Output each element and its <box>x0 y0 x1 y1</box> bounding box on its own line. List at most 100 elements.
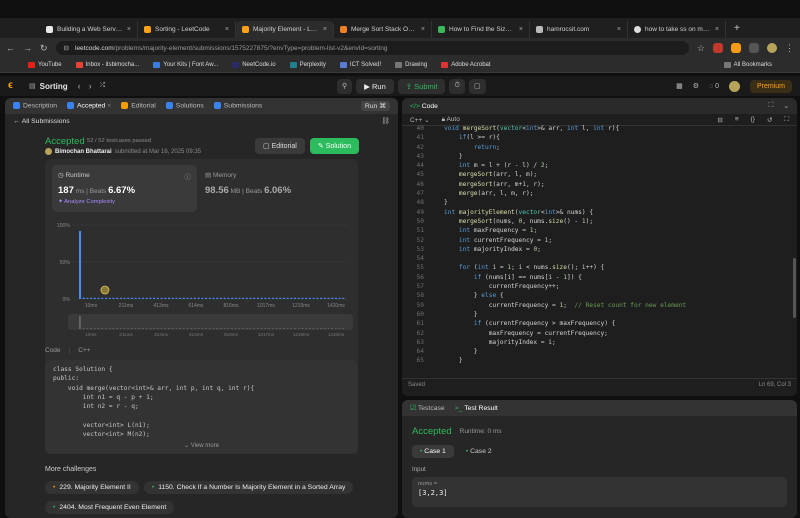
bookmark-ict[interactable]: ICT Solved! <box>339 62 381 68</box>
layout-icon[interactable]: ▦ <box>676 82 683 90</box>
maximize-icon[interactable]: ⛶ <box>769 102 774 110</box>
view-more-button[interactable]: ⌄ View more <box>45 442 358 449</box>
browser-tab[interactable]: Building a Web Server wi × <box>40 21 138 38</box>
close-tab-icon[interactable]: × <box>323 26 327 33</box>
editor-line[interactable]: } <box>444 356 686 365</box>
tab-description[interactable]: Description <box>13 102 57 110</box>
bookmark-fontawesome[interactable]: Your Kits | Font Aw... <box>153 62 218 68</box>
editor-line[interactable]: maxFrequency = currentFrequency; <box>444 329 686 338</box>
shuffle-icon[interactable]: ⤮ <box>100 82 106 90</box>
extension-icon[interactable] <box>713 43 723 53</box>
browser-tab[interactable]: Sorting - LeetCode × <box>138 21 236 38</box>
tab-submissions[interactable]: Submissions <box>213 102 262 110</box>
forward-arrow-icon[interactable]: → <box>23 43 32 53</box>
editor-line[interactable]: int m = l + (r - l) / 2; <box>444 161 686 170</box>
fullscreen-icon[interactable]: ⛶ <box>784 116 789 124</box>
run-shortcut-badge[interactable]: Run ⌘ <box>360 101 390 111</box>
prev-problem-icon[interactable]: ‹ <box>78 81 81 91</box>
close-tab-icon[interactable]: × <box>225 26 229 33</box>
timer-button[interactable]: ⏱ <box>449 79 465 94</box>
editor-line[interactable]: majorityIndex = i; <box>444 338 686 347</box>
author-name[interactable]: Bimochan Bhattarai <box>55 149 112 155</box>
all-bookmarks[interactable]: All Bookmarks <box>723 62 772 68</box>
browser-menu-icon[interactable]: ⋮ <box>785 43 794 54</box>
tab-solutions[interactable]: Solutions <box>165 102 204 110</box>
problem-list-icon[interactable]: ▤ <box>29 82 36 90</box>
run-button[interactable]: ▶ Run <box>356 79 394 94</box>
editor-line[interactable]: } <box>444 152 686 161</box>
extensions-puzzle-icon[interactable] <box>749 43 759 53</box>
next-problem-icon[interactable]: › <box>89 81 92 91</box>
bookmark-inbox[interactable]: Inbox - itsbimocha... <box>75 62 139 68</box>
tab-testcase[interactable]: ☑ Testcase <box>410 404 445 412</box>
browser-tab[interactable]: hamrocsit.com × <box>530 21 628 38</box>
bookmark-acrobat[interactable]: Adobe Acrobat <box>441 62 491 68</box>
notes-button[interactable]: ▢ <box>468 79 486 94</box>
bookmark-youtube[interactable]: YouTube <box>28 62 62 68</box>
editor-code[interactable]: void mergeSort(vector<int>& arr, int l, … <box>428 124 686 366</box>
close-tab-icon[interactable]: × <box>519 26 523 33</box>
editor-line[interactable]: int majorityElement(vector<int>& nums) { <box>444 208 686 217</box>
editor-line[interactable]: } <box>444 310 686 319</box>
format-icon[interactable]: ≡ <box>735 116 739 123</box>
challenge-chip[interactable]: • 2404. Most Frequent Even Element <box>45 501 175 514</box>
case-1-tab[interactable]: • Case 1 <box>412 445 454 458</box>
editor-line[interactable]: } <box>444 198 686 207</box>
editor-line[interactable]: mergeSort(arr, l, m); <box>444 170 686 179</box>
memory-box[interactable]: ▤ Memory 98.56 MB | Beats 6.06% <box>205 171 350 196</box>
leetcode-logo-icon[interactable]: ϵ <box>8 80 19 92</box>
editor-line[interactable]: if(l >= r){ <box>444 133 686 142</box>
profile-avatar[interactable] <box>767 43 777 53</box>
tab-accepted[interactable]: Accepted × <box>67 102 111 110</box>
editor-line[interactable] <box>444 254 686 263</box>
reload-icon[interactable]: ↻ <box>40 43 48 54</box>
tab-test-result[interactable]: >_ Test Result <box>455 405 498 412</box>
bookmark-neetcode[interactable]: NeetCode.io <box>232 62 276 68</box>
close-tab-icon[interactable]: × <box>715 26 719 33</box>
reset-icon[interactable]: ↺ <box>767 116 772 124</box>
back-arrow-icon[interactable]: ← <box>6 43 15 53</box>
editor-line[interactable]: int majorityIndex = 0; <box>444 245 686 254</box>
challenge-chip[interactable]: • 229. Majority Element II <box>45 481 139 494</box>
tab-editorial[interactable]: Editorial <box>121 102 156 110</box>
close-tab-icon[interactable]: × <box>617 26 621 33</box>
language-select[interactable]: C++ ⌄ <box>410 116 430 124</box>
editor-line[interactable]: merge(arr, l, m, r); <box>444 189 686 198</box>
info-icon[interactable]: ⓘ <box>185 171 192 181</box>
editor-line[interactable]: for (int i = 1; i < nums.size(); i++) { <box>444 263 686 272</box>
editor-line[interactable]: int currentFrequency = 1; <box>444 236 686 245</box>
extension-icon[interactable] <box>731 43 741 53</box>
debug-button[interactable]: ⚲ <box>337 79 353 94</box>
editor-line[interactable]: currentFrequency = 1; // Reset count for… <box>444 301 686 310</box>
new-tab-button[interactable]: + <box>726 23 748 34</box>
bookmark-icon[interactable]: ⊟ <box>717 116 722 124</box>
collapse-icon[interactable]: ⌄ <box>783 102 789 110</box>
bookmark-drawing[interactable]: Drawing <box>395 62 427 68</box>
braces-icon[interactable]: {} <box>751 116 755 123</box>
challenge-chip[interactable]: • 1150. Check If a Number Is Majority Ele… <box>143 481 354 494</box>
problem-list-title[interactable]: Sorting <box>40 82 68 91</box>
editor-line[interactable]: if (nums[i] == nums[i - 1]) { <box>444 273 686 282</box>
editor-line[interactable]: } else { <box>444 291 686 300</box>
editor-line[interactable]: void mergeSort(vector<int>& arr, int l, … <box>444 124 686 133</box>
auto-mode[interactable]: 🔒︎ Auto <box>442 116 460 124</box>
runtime-box[interactable]: ◷ Runtime ⓘ 187 ms | Beats 6.67% ✦ Analyz… <box>52 165 197 212</box>
back-arrow-icon[interactable]: ← <box>13 118 22 125</box>
editorial-button[interactable]: ▢ Editorial <box>255 138 305 154</box>
site-info-icon[interactable]: ⊟ <box>64 44 69 52</box>
submit-button[interactable]: ⇪ Submit <box>397 79 446 94</box>
premium-button[interactable]: Premium <box>749 79 792 93</box>
link-icon[interactable]: ⛓ <box>381 117 390 125</box>
all-submissions-link[interactable]: All Submissions <box>22 118 70 125</box>
editor-line[interactable]: } <box>444 347 686 356</box>
close-tab-icon[interactable]: × <box>127 26 131 33</box>
browser-tab[interactable]: Merge Sort Stack Overflo × <box>334 21 432 38</box>
close-tab-icon[interactable]: × <box>107 103 111 110</box>
url-field[interactable]: ⊟ leetcode.com/problems/majority-element… <box>55 41 689 55</box>
close-tab-icon[interactable]: × <box>421 26 425 33</box>
editor-line[interactable]: int maxFrequency = 1; <box>444 226 686 235</box>
fire-streak-icon[interactable]: ◌ 0 <box>709 83 719 90</box>
browser-tab-active[interactable]: Majority Element - LeetC × <box>236 21 334 38</box>
analyze-complexity-link[interactable]: Analyze Complexity <box>64 199 115 205</box>
editor-scrollbar[interactable] <box>793 258 796 318</box>
